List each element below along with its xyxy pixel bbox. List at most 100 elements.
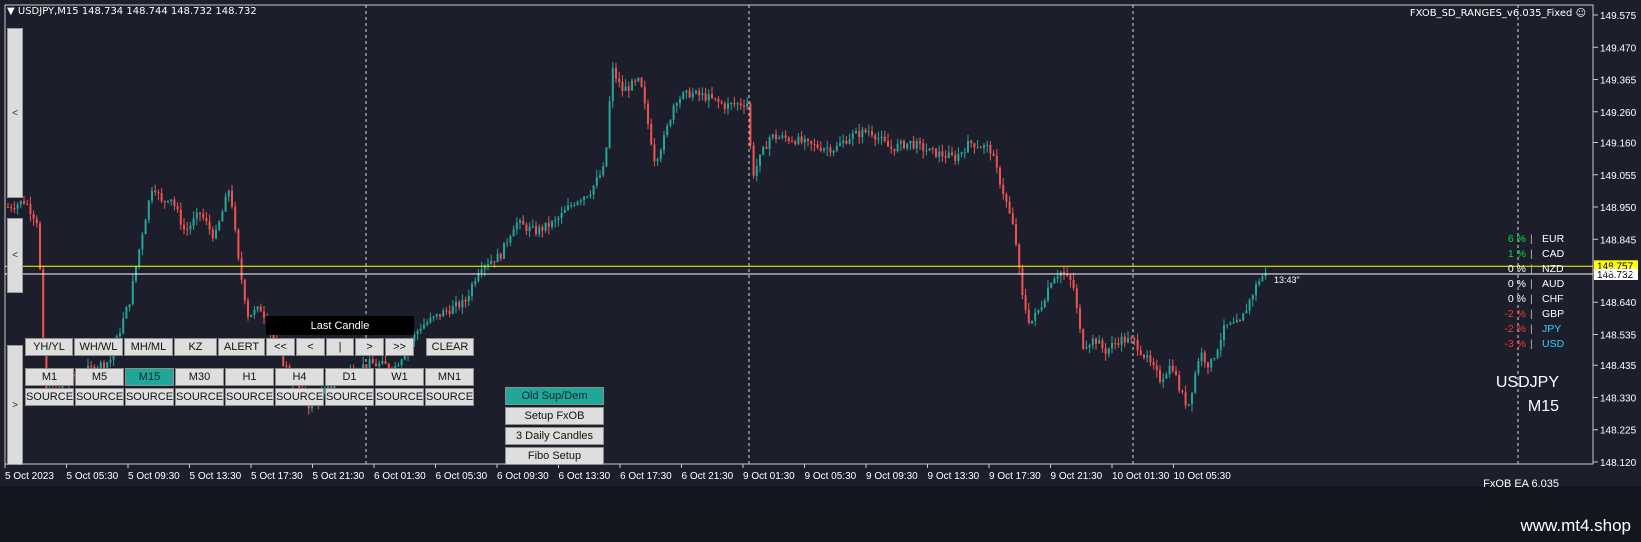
alert-button[interactable]: ALERT bbox=[218, 338, 265, 356]
candle-body bbox=[704, 93, 707, 101]
price-tick-label: 148.225 bbox=[1600, 426, 1637, 437]
candle-body bbox=[1072, 279, 1075, 289]
candle-body bbox=[752, 145, 755, 176]
timeframe-m30-button[interactable]: M30 bbox=[175, 368, 224, 386]
currency-row-nzd: 0 % | NZD bbox=[1490, 263, 1580, 277]
timeframe-d1-button[interactable]: D1 bbox=[325, 368, 374, 386]
source-mn1-button[interactable]: SOURCE bbox=[425, 388, 474, 406]
side-tab-collapse-top[interactable]: < bbox=[7, 28, 23, 198]
candle-body bbox=[563, 210, 566, 213]
candle-body bbox=[602, 166, 605, 176]
candle-body bbox=[1040, 307, 1043, 311]
side-tab-expand[interactable]: > bbox=[7, 345, 23, 465]
candle-body bbox=[528, 226, 531, 232]
candle-body bbox=[109, 359, 112, 363]
candle-body bbox=[663, 135, 665, 151]
candle-body bbox=[522, 220, 525, 225]
candle-body bbox=[765, 147, 768, 149]
candle-body bbox=[538, 226, 541, 235]
kz-button[interactable]: KZ bbox=[174, 338, 217, 356]
candle-body bbox=[784, 135, 787, 138]
candle-body bbox=[963, 152, 966, 154]
wh-wl-button[interactable]: WH/WL bbox=[74, 338, 123, 356]
source-m1-button[interactable]: SOURCE bbox=[25, 388, 74, 406]
candle-body bbox=[1130, 338, 1133, 340]
timeframe-h1-button[interactable]: H1 bbox=[225, 368, 274, 386]
timeframe-mn1-button[interactable]: MN1 bbox=[425, 368, 474, 386]
candle-body bbox=[720, 101, 723, 104]
last-button[interactable]: >> bbox=[385, 338, 414, 356]
price-axis: 149.575 149.470 149.365 149.260 149.160 149.0… bbox=[1593, 11, 1637, 469]
candle-body bbox=[935, 148, 937, 157]
currency-strength-pct: -2 % bbox=[1504, 323, 1526, 335]
mh-ml-button[interactable]: MH/ML bbox=[124, 338, 173, 356]
source-m15-button[interactable]: SOURCE bbox=[125, 388, 174, 406]
candle-body bbox=[755, 165, 758, 176]
candle-body bbox=[1264, 272, 1267, 277]
fibo-setup-button[interactable]: Fibo Setup bbox=[505, 447, 604, 465]
price-tick-label: 149.470 bbox=[1600, 43, 1637, 54]
currency-separator: | bbox=[1530, 233, 1533, 245]
currency-row-jpy: -2 % | JPY bbox=[1490, 323, 1580, 337]
prev-button[interactable]: < bbox=[296, 338, 325, 356]
candle-body bbox=[1261, 276, 1264, 282]
candle-body bbox=[1219, 340, 1222, 350]
candle-body bbox=[19, 200, 22, 205]
candle-body bbox=[679, 98, 681, 104]
currency-row-gbp: -2 % | GBP bbox=[1490, 308, 1580, 322]
timeframe-w1-button[interactable]: W1 bbox=[375, 368, 424, 386]
candle-body bbox=[445, 310, 448, 312]
source-w1-button[interactable]: SOURCE bbox=[375, 388, 424, 406]
candle-body bbox=[544, 222, 547, 231]
yh-yl-button[interactable]: YH/YL bbox=[25, 338, 73, 356]
candle-body bbox=[922, 143, 925, 151]
candle-body bbox=[1175, 370, 1177, 376]
candle-body bbox=[1088, 345, 1091, 348]
candle-body bbox=[26, 203, 29, 205]
source-d1-button[interactable]: SOURCE bbox=[325, 388, 374, 406]
candle-body bbox=[221, 211, 224, 222]
candle-body bbox=[1050, 283, 1053, 288]
timeframe-m5-button[interactable]: M5 bbox=[75, 368, 124, 386]
candle-body bbox=[467, 295, 470, 302]
candle-body bbox=[371, 359, 374, 364]
candle-body bbox=[426, 322, 429, 325]
currency-code: NZD bbox=[1542, 263, 1564, 275]
candle-countdown: 13:43" bbox=[1274, 275, 1300, 285]
source-h4-button[interactable]: SOURCE bbox=[275, 388, 324, 406]
candle-body bbox=[509, 236, 512, 243]
candle-body bbox=[1200, 352, 1203, 362]
candle-body bbox=[195, 212, 198, 219]
clear-button[interactable]: CLEAR bbox=[426, 338, 474, 356]
candle-body bbox=[938, 151, 941, 157]
chart-window[interactable]: 148.757 148.732 13:43" 149.575 149.470 149.3… bbox=[0, 0, 1641, 542]
next-button[interactable]: > bbox=[355, 338, 384, 356]
triangle-down-icon[interactable]: ▼ bbox=[7, 6, 18, 17]
candle-body bbox=[1232, 322, 1235, 324]
old-sup-dem-button[interactable]: Old Sup/Dem bbox=[505, 387, 604, 405]
timeframe-m1-button[interactable]: M1 bbox=[25, 368, 74, 386]
candle-body bbox=[621, 81, 624, 92]
first-button[interactable]: << bbox=[266, 338, 295, 356]
setup-fxob-button[interactable]: Setup FxOB bbox=[505, 407, 604, 425]
three-daily-candles-button[interactable]: 3 Daily Candles bbox=[505, 427, 604, 445]
candle-body bbox=[880, 136, 883, 139]
candle-body bbox=[723, 103, 726, 109]
current-button[interactable]: | bbox=[326, 338, 354, 356]
candle-body bbox=[1149, 355, 1152, 363]
time-tick-label: 6 Oct 05:30 bbox=[436, 471, 488, 482]
candle-body bbox=[23, 200, 25, 204]
timeframe-m15-button[interactable]: M15 bbox=[125, 368, 174, 386]
watermark: www.mt4.shop bbox=[1520, 516, 1631, 535]
candle-body bbox=[381, 361, 384, 364]
side-tab-collapse-middle[interactable]: < bbox=[7, 218, 23, 293]
source-m5-button[interactable]: SOURCE bbox=[75, 388, 124, 406]
timeframe-h4-button[interactable]: H4 bbox=[275, 368, 324, 386]
candle-body bbox=[263, 311, 265, 318]
candle-body bbox=[1248, 299, 1251, 311]
candlestick-chart[interactable]: 148.757148.73213:43" 149.575149.470149.3… bbox=[0, 0, 1641, 542]
source-m30-button[interactable]: SOURCE bbox=[175, 388, 224, 406]
price-tick-label: 148.640 bbox=[1600, 298, 1637, 309]
price-tick-label: 148.950 bbox=[1600, 203, 1637, 214]
source-h1-button[interactable]: SOURCE bbox=[225, 388, 274, 406]
